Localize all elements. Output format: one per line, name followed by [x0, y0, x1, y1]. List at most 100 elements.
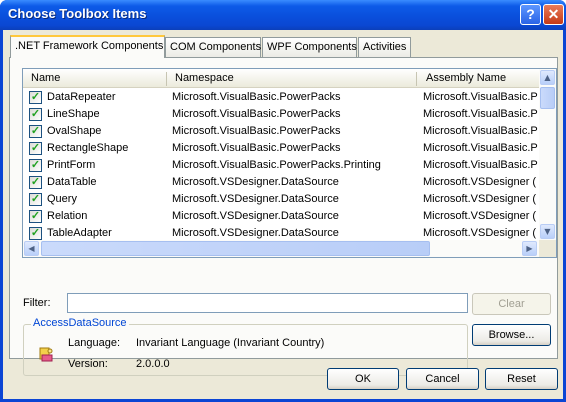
- tab-label: .NET Framework Components: [15, 40, 164, 52]
- browse-button[interactable]: Browse...: [472, 324, 551, 346]
- language-value: Invariant Language (Invariant Country): [136, 337, 325, 349]
- tab-panel: Name Namespace Assembly Name ✓ DataRepeat…: [9, 57, 558, 376]
- list-row[interactable]: ✓ PrintForm Microsoft.VisualBasic.PowerPac…: [23, 157, 539, 174]
- group-title: AccessDataSource: [31, 317, 129, 329]
- row-name: Relation: [47, 210, 88, 222]
- row-checkbox[interactable]: ✓: [29, 108, 42, 121]
- arrow-down-icon: ▼: [544, 227, 551, 236]
- filter-label: Filter:: [23, 297, 51, 309]
- arrow-right-icon: ▶: [526, 244, 533, 253]
- row-namespace: Microsoft.VisualBasic.PowerPacks: [172, 108, 341, 120]
- row-namespace: Microsoft.VSDesigner.DataSource: [172, 193, 339, 205]
- tab-activities[interactable]: Activities: [358, 37, 411, 57]
- row-checkbox[interactable]: ✓: [29, 193, 42, 206]
- row-name: Query: [47, 193, 77, 205]
- list-row[interactable]: ✓ RectangleShape Microsoft.VisualBasic.Pow…: [23, 140, 539, 157]
- row-checkbox[interactable]: ✓: [29, 142, 42, 155]
- close-icon: ✕: [547, 6, 560, 22]
- row-namespace: Microsoft.VSDesigner.DataSource: [172, 210, 339, 222]
- reset-button[interactable]: Reset: [485, 368, 558, 390]
- row-assembly: Microsoft.VSDesigner (: [423, 227, 537, 239]
- horizontal-scroll-thumb[interactable]: [41, 241, 430, 256]
- arrow-up-icon: ▲: [544, 73, 551, 82]
- row-assembly: Microsoft.VSDesigner (: [423, 210, 537, 222]
- row-checkbox[interactable]: ✓: [29, 210, 42, 223]
- row-assembly: Microsoft.VisualBasic.P: [423, 142, 538, 154]
- tab-label: WPF Components: [267, 41, 357, 53]
- column-divider[interactable]: [166, 72, 167, 86]
- row-checkbox[interactable]: ✓: [29, 227, 42, 240]
- row-namespace: Microsoft.VisualBasic.PowerPacks: [172, 142, 341, 154]
- list-row[interactable]: ✓ Relation Microsoft.VSDesigner.DataSource…: [23, 208, 539, 225]
- list-row[interactable]: ✓ Query Microsoft.VSDesigner.DataSource Mic…: [23, 191, 539, 208]
- row-namespace: Microsoft.VSDesigner.DataSource: [172, 227, 339, 239]
- tab-wpf-components[interactable]: WPF Components: [262, 37, 357, 57]
- components-list[interactable]: Name Namespace Assembly Name ✓ DataRepeat…: [22, 68, 557, 258]
- dialog-window: Choose Toolbox Items ? ✕ .NET Framework …: [0, 0, 566, 402]
- column-divider[interactable]: [416, 72, 417, 86]
- scroll-left-button[interactable]: ◀: [24, 241, 39, 256]
- title-bar[interactable]: Choose Toolbox Items ? ✕: [0, 0, 566, 30]
- row-name: DataTable: [47, 176, 97, 188]
- row-assembly: Microsoft.VSDesigner (: [423, 193, 537, 205]
- list-header: Name Namespace Assembly Name: [23, 69, 539, 88]
- language-label: Language:: [68, 337, 120, 349]
- help-icon: ?: [526, 6, 535, 22]
- arrow-left-icon: ◀: [28, 244, 35, 253]
- scroll-up-button[interactable]: ▲: [540, 70, 555, 85]
- cancel-button-label: Cancel: [425, 373, 460, 385]
- reset-button-label: Reset: [507, 373, 536, 385]
- row-name: PrintForm: [47, 159, 96, 171]
- row-namespace: Microsoft.VSDesigner.DataSource: [172, 176, 339, 188]
- version-value: 2.0.0.0: [136, 358, 170, 370]
- column-header-assembly-name[interactable]: Assembly Name: [426, 72, 506, 84]
- tab-label: COM Components: [170, 41, 262, 53]
- row-name: LineShape: [47, 108, 100, 120]
- row-checkbox[interactable]: ✓: [29, 176, 42, 189]
- help-button[interactable]: ?: [520, 4, 541, 25]
- row-assembly: Microsoft.VSDesigner (: [423, 176, 537, 188]
- row-assembly: Microsoft.VisualBasic.P: [423, 108, 538, 120]
- dialog-body: .NET Framework Components COM Components…: [3, 30, 563, 399]
- scroll-right-button[interactable]: ▶: [522, 241, 537, 256]
- row-assembly: Microsoft.VisualBasic.P: [423, 159, 538, 171]
- clear-button[interactable]: Clear: [472, 293, 551, 315]
- row-namespace: Microsoft.VisualBasic.PowerPacks.Printin…: [172, 159, 381, 171]
- vertical-scrollbar[interactable]: ▲ ▼: [539, 69, 556, 240]
- row-checkbox[interactable]: ✓: [29, 159, 42, 172]
- browse-button-label: Browse...: [488, 329, 535, 341]
- list-row[interactable]: ✓ DataRepeater Microsoft.VisualBasic.Power…: [23, 89, 539, 106]
- row-checkbox[interactable]: ✓: [29, 91, 42, 104]
- column-header-name[interactable]: Name: [31, 72, 60, 84]
- list-row[interactable]: ✓ LineShape Microsoft.VisualBasic.PowerPac…: [23, 106, 539, 123]
- ok-button[interactable]: OK: [327, 368, 399, 390]
- row-name: OvalShape: [47, 125, 102, 137]
- list-row[interactable]: ✓ DataTable Microsoft.VSDesigner.DataSourc…: [23, 174, 539, 191]
- component-icon: [39, 347, 53, 362]
- column-header-namespace[interactable]: Namespace: [175, 72, 234, 84]
- scroll-down-button[interactable]: ▼: [540, 224, 555, 239]
- row-name: DataRepeater: [47, 91, 116, 103]
- close-button[interactable]: ✕: [543, 4, 564, 25]
- filter-input[interactable]: [67, 293, 468, 313]
- window-title: Choose Toolbox Items: [8, 6, 147, 21]
- clear-button-label: Clear: [498, 298, 525, 310]
- row-name: RectangleShape: [47, 142, 129, 154]
- cancel-button[interactable]: Cancel: [406, 368, 479, 390]
- tab-net-framework-components[interactable]: .NET Framework Components: [10, 35, 165, 58]
- list-row[interactable]: ✓ OvalShape Microsoft.VisualBasic.PowerPac…: [23, 123, 539, 140]
- row-name: TableAdapter: [47, 227, 112, 239]
- row-assembly: Microsoft.VisualBasic.P: [423, 91, 538, 103]
- version-label: Version:: [68, 358, 108, 370]
- ok-button-label: OK: [355, 373, 371, 385]
- component-details-group: AccessDataSource Language: Invariant Lan…: [23, 317, 468, 376]
- scrollbar-corner: [539, 240, 556, 257]
- row-assembly: Microsoft.VisualBasic.P: [423, 125, 538, 137]
- row-namespace: Microsoft.VisualBasic.PowerPacks: [172, 91, 341, 103]
- vertical-scroll-thumb[interactable]: [540, 87, 555, 109]
- tab-label: Activities: [363, 41, 407, 53]
- row-checkbox[interactable]: ✓: [29, 125, 42, 138]
- tab-com-components[interactable]: COM Components: [165, 37, 261, 57]
- horizontal-scrollbar[interactable]: ◀ ▶: [23, 240, 539, 257]
- row-namespace: Microsoft.VisualBasic.PowerPacks: [172, 125, 341, 137]
